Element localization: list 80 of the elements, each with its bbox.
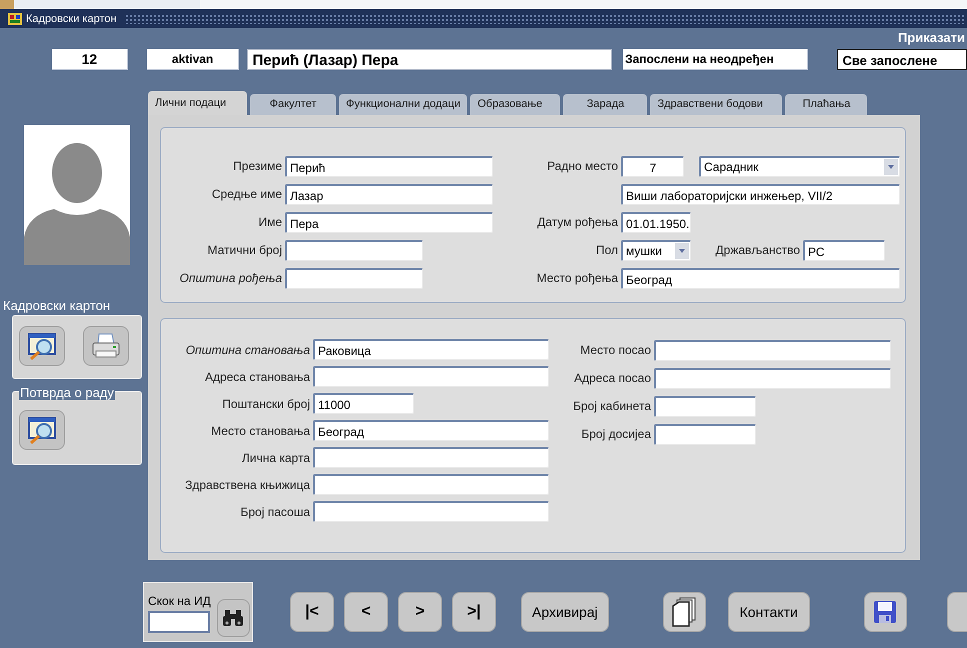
- text-field[interactable]: Раковица: [313, 339, 549, 360]
- field-label: Пол: [594, 243, 619, 257]
- text-field[interactable]: [654, 424, 756, 444]
- group-title: Потврда о раду: [19, 385, 115, 400]
- preview-button[interactable]: [19, 410, 65, 450]
- field-label: Лична карта: [240, 450, 311, 464]
- field-label: Адреса становања: [204, 370, 311, 384]
- tab[interactable]: Функционални додаци: [339, 94, 468, 115]
- text-field[interactable]: [654, 396, 756, 416]
- field-label: Место становања: [210, 424, 311, 438]
- text-field[interactable]: [313, 366, 549, 387]
- field-label: Радно место: [546, 159, 619, 173]
- field-label: Број кабинета: [572, 399, 652, 413]
- status-field[interactable]: aktivan: [146, 48, 240, 70]
- field-label: Држављанство: [714, 243, 801, 257]
- field-label: Број досијеа: [580, 427, 652, 441]
- print-button[interactable]: [83, 326, 129, 366]
- action-button[interactable]: Архивирај: [521, 592, 609, 632]
- name-field[interactable]: Перић (Лазар) Пера: [247, 48, 612, 70]
- text-field[interactable]: [313, 501, 549, 522]
- text-field[interactable]: РС: [803, 240, 885, 260]
- preview-icon: [26, 416, 58, 444]
- text-field[interactable]: [654, 340, 891, 360]
- navigation-button[interactable]: >: [398, 592, 442, 632]
- navigation-button[interactable]: |<: [290, 592, 334, 632]
- field-label: Датум рођења: [536, 215, 619, 229]
- id-field[interactable]: 12: [52, 48, 128, 70]
- tab[interactable]: Здравствени бодови: [650, 94, 782, 115]
- field-label: Општина становања: [184, 342, 311, 356]
- id-input[interactable]: [148, 611, 210, 633]
- text-field[interactable]: [285, 240, 423, 260]
- navigation-button[interactable]: >|: [452, 592, 496, 632]
- field-label: Здравствена књижица: [184, 478, 311, 492]
- text-field[interactable]: [285, 268, 423, 288]
- tab[interactable]: Факултет: [250, 94, 336, 115]
- text-field[interactable]: 11000: [313, 393, 414, 414]
- text-field[interactable]: [313, 447, 549, 468]
- tab[interactable]: Плаћања: [785, 94, 868, 115]
- preview-button[interactable]: [19, 326, 65, 366]
- field-label: Поштански број: [221, 396, 311, 410]
- group-title: Кадровски картон: [3, 298, 110, 313]
- field-label: Матични број: [206, 243, 283, 257]
- find-button[interactable]: [216, 599, 250, 637]
- filter-dropdown[interactable]: Све запослене: [837, 48, 967, 70]
- field-label: Број пасоша: [239, 504, 311, 518]
- save-button[interactable]: [864, 592, 907, 632]
- employment-field[interactable]: Запослени на неодређен: [623, 48, 808, 70]
- preview-icon: [26, 332, 58, 360]
- app-icon: [8, 12, 22, 24]
- dropdown[interactable]: Сарадник: [699, 156, 900, 176]
- text-field[interactable]: [654, 368, 891, 388]
- binoculars-icon: [221, 608, 246, 628]
- show-label: Приказати: [898, 30, 965, 47]
- text-field[interactable]: Лазар: [285, 184, 493, 204]
- copy-button[interactable]: [662, 592, 706, 632]
- text-field[interactable]: Београд: [621, 268, 900, 288]
- text-field[interactable]: [313, 474, 549, 495]
- text-field[interactable]: 01.01.1950.: [621, 212, 691, 232]
- tab[interactable]: Зарада: [563, 94, 648, 115]
- tab[interactable]: Образовање: [470, 94, 560, 115]
- window-title: Кадровски картон: [26, 12, 117, 24]
- field-label: Адреса посао: [573, 371, 652, 385]
- field-label: Општина рођења: [178, 271, 283, 285]
- field-label: Место посао: [579, 343, 652, 357]
- text-field[interactable]: Виши лабораторијски инжењер, VII/2: [621, 184, 900, 204]
- dropdown[interactable]: мушки: [621, 240, 691, 260]
- text-field[interactable]: Пера: [285, 212, 493, 232]
- field-label: Средње име: [210, 187, 283, 201]
- field-label: Место рођења: [536, 271, 619, 285]
- jump-label: Скок на ИД: [148, 594, 211, 608]
- field-label: Презиме: [232, 159, 283, 173]
- pages-icon: [671, 597, 698, 627]
- text-field[interactable]: Перић: [285, 156, 493, 176]
- navigation-button[interactable]: <: [344, 592, 388, 632]
- action-button[interactable]: Контакти: [728, 592, 810, 632]
- field-label: Име: [257, 215, 283, 229]
- printer-icon: [90, 332, 122, 360]
- text-field[interactable]: Београд: [313, 420, 549, 441]
- number-field[interactable]: 7: [621, 156, 684, 176]
- tab[interactable]: Лични подаци: [148, 91, 247, 115]
